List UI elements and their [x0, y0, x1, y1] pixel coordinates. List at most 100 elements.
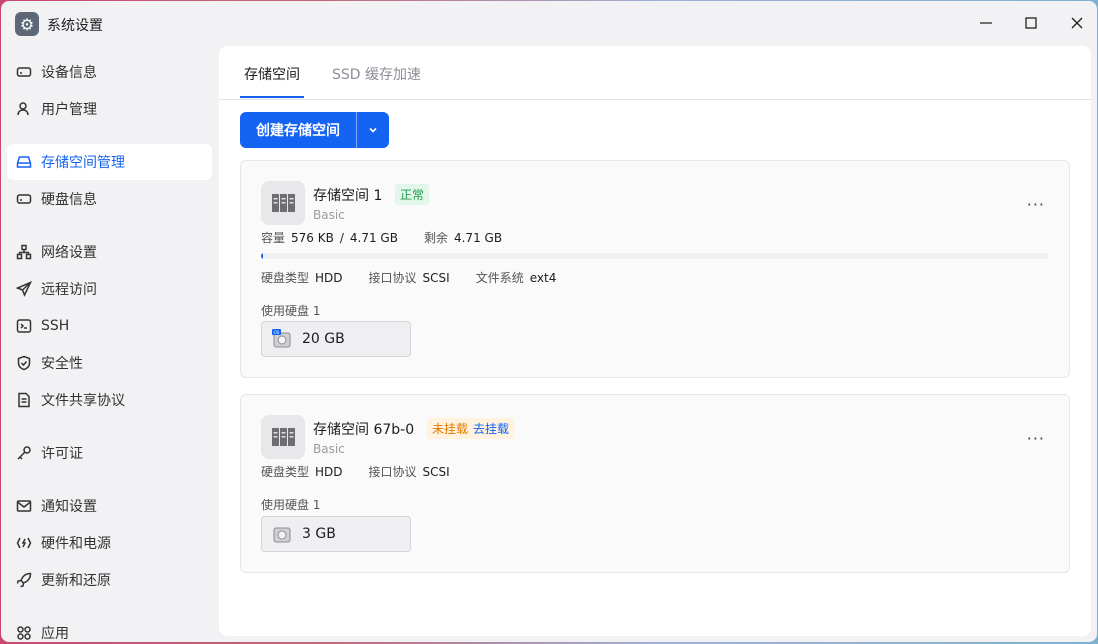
- active-tab-indicator: [240, 96, 304, 98]
- capacity-progress-fill: [261, 253, 263, 259]
- document-icon: [16, 392, 32, 408]
- minimize-button[interactable]: [976, 13, 996, 33]
- sidebar-item-storage-management[interactable]: 存储空间管理: [7, 144, 212, 180]
- disk-type-value: HDD: [315, 270, 343, 285]
- volume-card: 存储空间 1 正常 Basic ··· 容量 576 KB / 4.71 GB …: [240, 160, 1070, 378]
- interface-value: SCSI: [422, 270, 450, 285]
- capacity-progress-bar: [261, 253, 1049, 259]
- chevron-down-icon: [369, 127, 377, 133]
- shield-icon: [16, 355, 32, 371]
- send-icon: [16, 281, 32, 297]
- filesystem-value: ext4: [529, 270, 557, 285]
- sidebar-item-label: 网络设置: [41, 245, 97, 261]
- sidebar-item-label: 硬件和电源: [41, 536, 111, 552]
- sidebar-item-label: 应用: [41, 626, 69, 642]
- more-options-button[interactable]: ···: [1027, 429, 1045, 448]
- sidebar-item-label: 存储空间管理: [41, 155, 125, 171]
- capacity-row: 容量 576 KB / 4.71 GB 剩余 4.71 GB: [261, 229, 502, 246]
- sidebar-item-label: 许可证: [41, 446, 83, 462]
- sidebar-item-disk-info[interactable]: 硬盘信息: [7, 181, 212, 217]
- sidebar-item-label: 通知设置: [41, 499, 97, 515]
- sidebar-item-label: 设备信息: [41, 65, 97, 81]
- tab-bar: 存储空间 SSD 缓存加速: [219, 46, 1091, 100]
- disk-meta-row: 硬盘类型 HDD 接口协议 SCSI: [261, 463, 450, 480]
- more-options-button[interactable]: ···: [1027, 195, 1045, 214]
- sidebar-item-license[interactable]: 许可证: [7, 435, 212, 471]
- os-badge-text: OS: [274, 330, 280, 335]
- sidebar-item-device-info[interactable]: 设备信息: [7, 54, 212, 90]
- create-storage-split-button: 创建存储空间: [240, 112, 389, 148]
- hardware-icon: [16, 535, 32, 551]
- volume-type: Basic: [313, 208, 345, 222]
- sidebar: 设备信息 用户管理 存储空间管理 硬盘信息 网络设置 远程访问 SSH 安全性: [1, 45, 219, 642]
- sidebar-item-file-sharing[interactable]: 文件共享协议: [7, 382, 212, 418]
- storage-icon: [16, 154, 32, 170]
- hard-drive-icon: [272, 524, 292, 544]
- close-icon: [1071, 17, 1083, 29]
- disk-size: 3 GB: [302, 526, 336, 542]
- disk-type-label: 硬盘类型: [261, 465, 310, 479]
- title-bar: ⚙ 系统设置: [1, 1, 1097, 45]
- volume-server-icon: [261, 415, 305, 459]
- main-panel: 存储空间 SSD 缓存加速 创建存储空间 存储空间 1 正常 Basic ···…: [219, 46, 1091, 636]
- status-text: 未挂载: [432, 422, 469, 436]
- mail-icon: [16, 498, 32, 514]
- tab-storage-space[interactable]: 存储空间: [244, 64, 300, 84]
- device-icon: [16, 64, 32, 80]
- used-disks-label: 使用硬盘 1: [261, 498, 321, 512]
- volume-type: Basic: [313, 442, 345, 456]
- maximize-icon: [1025, 17, 1037, 29]
- volume-name: 存储空间 67b-0: [313, 422, 415, 438]
- create-storage-dropdown-button[interactable]: [357, 112, 389, 148]
- maximize-button[interactable]: [1021, 13, 1041, 33]
- capacity-total: 4.71 GB: [349, 230, 398, 245]
- sidebar-item-label: 更新和还原: [41, 573, 111, 589]
- free-label: 剩余: [423, 231, 448, 245]
- capacity-used: 576 KB: [291, 230, 334, 245]
- sidebar-item-user-management[interactable]: 用户管理: [7, 91, 212, 127]
- capacity-label: 容量: [261, 231, 286, 245]
- sidebar-item-update-restore[interactable]: 更新和还原: [7, 562, 212, 598]
- sidebar-item-security[interactable]: 安全性: [7, 345, 212, 381]
- gear-icon: ⚙: [15, 12, 39, 36]
- volume-server-icon: [261, 181, 305, 225]
- minimize-icon: [980, 22, 992, 24]
- sidebar-item-ssh[interactable]: SSH: [7, 308, 212, 344]
- sidebar-item-label: 安全性: [41, 356, 83, 372]
- sidebar-item-apps[interactable]: 应用: [7, 615, 212, 642]
- sidebar-item-label: 远程访问: [41, 282, 97, 298]
- disk-size: 20 GB: [302, 331, 345, 347]
- sidebar-item-network[interactable]: 网络设置: [7, 234, 212, 270]
- disk-type-value: HDD: [315, 464, 343, 479]
- apps-icon: [16, 625, 32, 641]
- disk-type-label: 硬盘类型: [261, 271, 310, 285]
- window-title: 系统设置: [47, 18, 103, 34]
- close-button[interactable]: [1067, 13, 1087, 33]
- create-storage-button[interactable]: 创建存储空间: [240, 112, 356, 148]
- sidebar-item-hardware-power[interactable]: 硬件和电源: [7, 525, 212, 561]
- hard-drive-icon: OS: [272, 329, 292, 349]
- sidebar-item-label: 文件共享协议: [41, 393, 125, 409]
- status-badge: 正常: [395, 184, 430, 205]
- rocket-icon: [16, 572, 32, 588]
- disk-chip[interactable]: 3 GB: [261, 516, 411, 552]
- user-icon: [16, 101, 32, 117]
- mount-link[interactable]: 去挂载: [473, 420, 509, 437]
- sidebar-item-label: 用户管理: [41, 102, 97, 118]
- volume-name: 存储空间 1: [313, 188, 383, 204]
- disk-icon: [16, 191, 32, 207]
- volume-card: 存储空间 67b-0 未挂载 去挂载 Basic ··· 硬盘类型 HDD 接口…: [240, 394, 1070, 573]
- disk-chip[interactable]: OS 20 GB: [261, 321, 411, 357]
- tab-ssd-cache[interactable]: SSD 缓存加速: [332, 64, 421, 84]
- interface-value: SCSI: [422, 464, 450, 479]
- settings-window: ⚙ 系统设置 设备信息 用户管理 存储空间管理 硬盘信息 网络设置 远程访问 S…: [1, 1, 1097, 642]
- network-icon: [16, 244, 32, 260]
- sidebar-item-remote-access[interactable]: 远程访问: [7, 271, 212, 307]
- free-value: 4.71 GB: [453, 230, 503, 245]
- sidebar-item-notifications[interactable]: 通知设置: [7, 488, 212, 524]
- filesystem-label: 文件系统: [475, 271, 524, 285]
- disk-meta-row: 硬盘类型 HDD 接口协议 SCSI 文件系统 ext4: [261, 269, 556, 286]
- key-icon: [16, 445, 32, 461]
- capacity-separator: /: [339, 230, 344, 245]
- sidebar-item-label: SSH: [41, 318, 70, 334]
